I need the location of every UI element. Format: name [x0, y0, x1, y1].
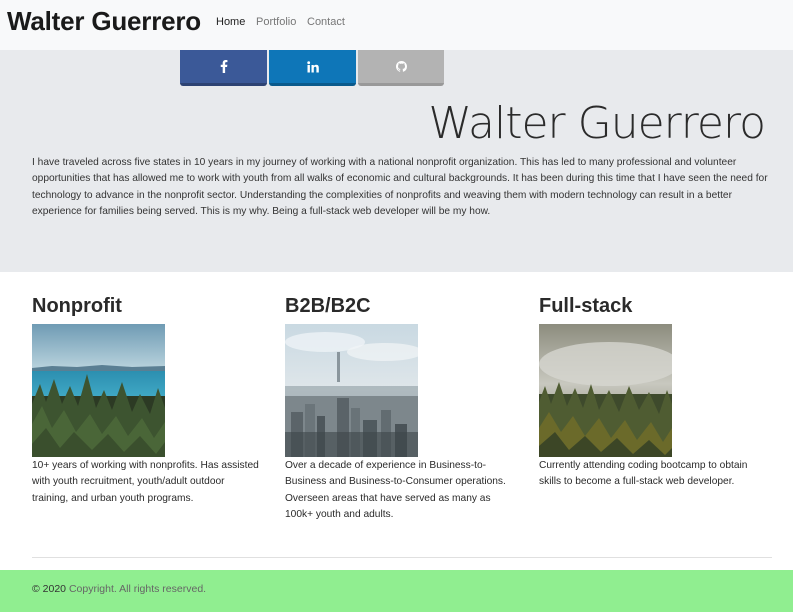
linkedin-button[interactable] [269, 50, 356, 86]
card-text: 10+ years of working with nonprofits. Ha… [32, 460, 259, 504]
b2b-card: B2B/B2C Over a decade of experience in B… [285, 292, 525, 524]
github-button[interactable] [358, 50, 444, 86]
copyright-year: © 2020 [32, 583, 67, 595]
copyright-text: Copyright. All rights reserved. [68, 583, 207, 595]
city-skyline-photo [285, 324, 418, 457]
misty-forest-photo [539, 324, 672, 457]
hero-description: I have traveled across five states in 10… [32, 157, 768, 218]
footer-copyright: © 2020 Copyright. All rights reserved. [32, 583, 206, 595]
fullstack-card: Full-stack Currently attending coding bo… [539, 292, 779, 491]
navbar: Walter Guerrero Home Portfolio Contact [0, 0, 793, 50]
card-text: Over a decade of experience in Business-… [285, 460, 506, 521]
nonprofit-card: Nonprofit 10+ years of working with nonp… [32, 292, 272, 507]
footer-divider [32, 557, 772, 558]
linkedin-icon [306, 60, 319, 73]
facebook-icon [220, 60, 228, 73]
nav-home-link[interactable]: Home [216, 16, 245, 28]
github-icon [395, 61, 407, 72]
brand-link[interactable]: Walter Guerrero [7, 6, 201, 37]
hero-title: Walter Guerrero [428, 98, 766, 149]
nav-portfolio-link[interactable]: Portfolio [256, 16, 296, 28]
nav-contact-link[interactable]: Contact [307, 16, 345, 28]
card-heading: B2B/B2C [285, 295, 371, 317]
lake-forest-photo [32, 324, 165, 457]
card-heading: Full-stack [539, 295, 633, 317]
card-heading: Nonprofit [32, 295, 122, 317]
footer: © 2020 Copyright. All rights reserved. [0, 570, 793, 612]
facebook-button[interactable] [180, 50, 267, 86]
card-text: Currently attending coding bootcamp to o… [539, 460, 748, 488]
hero-section: Walter Guerrero I have traveled across f… [0, 50, 793, 272]
